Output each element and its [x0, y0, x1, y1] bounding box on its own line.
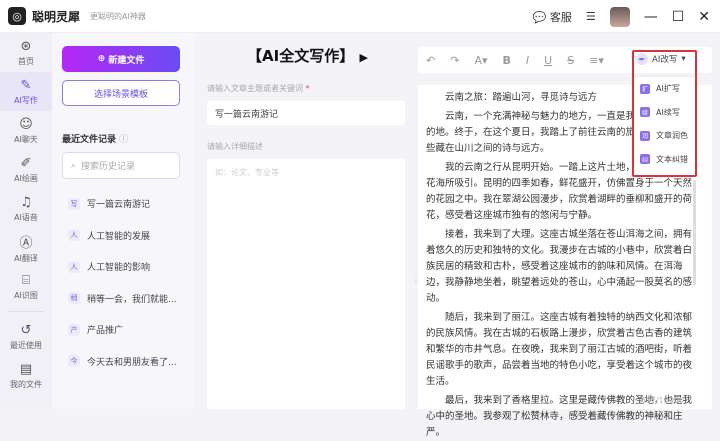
file-badge-icon: 稍 — [68, 292, 80, 305]
nav-label: AI翻译 — [14, 253, 38, 263]
customer-service-button[interactable]: 💬 客服 — [533, 9, 572, 25]
file-icon: ▤ — [19, 361, 33, 377]
new-file-button[interactable]: ⊕ 新建文件 — [62, 46, 180, 72]
file-badge-icon: 今 — [68, 355, 80, 368]
file-sidebar: ⊕ 新建文件 选择场景模板 最近文件记录 ⓘ ⌕ 搜索历史记录 写写一篇云南游记 … — [52, 33, 239, 409]
list-item[interactable]: 产产品推广 — [62, 314, 182, 346]
recent-file-list: 写写一篇云南游记 人人工智能的发展 人人工智能的影响 稍稍等一会，我们就能...… — [62, 188, 182, 377]
avatar[interactable] — [609, 6, 630, 27]
paragraph: 随后，我来到了丽江。这座古城有着独特的纳西文化和浓郁的民族风情。我在古城的石板路… — [426, 312, 693, 387]
nav-divider — [8, 311, 44, 312]
required-mark: * — [305, 84, 310, 93]
maximize-button[interactable]: ☐ — [672, 9, 685, 25]
file-label: 产品推广 — [87, 326, 124, 337]
nav-label: 首页 — [18, 56, 34, 66]
redo-icon[interactable]: ↷ — [450, 54, 459, 67]
search-history-input[interactable]: ⌕ 搜索历史记录 — [62, 152, 180, 179]
recent-files-title: 最近文件记录 ⓘ — [62, 132, 128, 145]
list-item[interactable]: 今今天去和男朋友看了... — [62, 346, 182, 378]
play-icon[interactable]: ▶ — [359, 51, 367, 64]
app-name: 聪明灵犀 — [32, 9, 81, 24]
editor-scrollbar[interactable] — [693, 180, 696, 285]
nav-ai-writing[interactable]: ✎ AI写作 — [0, 72, 52, 111]
brush-icon: ✐ — [20, 155, 32, 171]
nav-home[interactable]: ⊛ 首页 — [0, 33, 52, 72]
close-button[interactable]: ✕ — [698, 9, 710, 25]
help-icon[interactable]: ⓘ — [119, 135, 128, 145]
highlight-box — [632, 50, 697, 177]
nav-ai-voice[interactable]: ♫ AI语音 — [0, 189, 52, 228]
italic-icon[interactable]: I — [526, 54, 529, 67]
undo-icon[interactable]: ↶ — [426, 54, 435, 67]
history-icon: ↺ — [20, 322, 32, 338]
file-label: 人工智能的影响 — [87, 263, 151, 274]
writing-form: 【AI全文写作】 ▶ 请输入文章主题或者关键词 * 写一篇云南游记 请输入详细描… — [195, 33, 410, 409]
chat-icon: ☺ — [19, 116, 33, 132]
app-logo-icon: ◎ — [8, 7, 26, 25]
underline-icon[interactable]: U — [544, 54, 552, 67]
nav-label: AI识图 — [14, 290, 38, 300]
nav-label: AI语音 — [14, 212, 38, 222]
paragraph: 接着，我来到了大理。这座古城坐落在苍山洱海之间，拥有着悠久的历史和独特的文化。我… — [426, 229, 693, 304]
choose-template-button[interactable]: 选择场景模板 — [62, 80, 180, 106]
recent-title-text: 最近文件记录 — [62, 135, 117, 145]
file-label: 今天去和男朋友看了... — [87, 357, 177, 368]
list-item[interactable]: 人人工智能的影响 — [62, 251, 182, 283]
desc-placeholder: 如：论文、专业等 — [215, 168, 279, 177]
description-textarea[interactable]: 如：论文、专业等 — [207, 159, 405, 409]
left-nav: ⊛ 首页 ✎ AI写作 ☺ AI聊天 ✐ AI绘画 ♫ AI语音 Ⓐ AI翻译 ⌸ AI识图 … — [0, 33, 52, 409]
plus-circle-icon: ⊕ — [97, 54, 109, 64]
word-counter: 677/10000 — [640, 396, 684, 405]
file-label: 稍等一会，我们就能... — [87, 294, 177, 305]
topic-label-text: 请输入文章主题或者关键词 — [207, 84, 303, 93]
list-item[interactable]: 稍稍等一会，我们就能... — [62, 283, 182, 315]
scan-icon: ⌸ — [22, 272, 30, 288]
nav-ai-image-recognition[interactable]: ⌸ AI识图 — [0, 267, 52, 306]
home-icon: ⊛ — [20, 38, 32, 54]
nav-recent[interactable]: ↺ 最近使用 — [0, 317, 52, 356]
nav-ai-drawing[interactable]: ✐ AI绘画 — [0, 150, 52, 189]
file-badge-icon: 写 — [68, 197, 80, 210]
file-label: 人工智能的发展 — [87, 231, 151, 242]
search-icon: ⌕ — [71, 160, 77, 171]
list-item[interactable]: 写写一篇云南游记 — [62, 188, 182, 220]
app-slogan: 更聪明的AI神器 — [90, 11, 146, 21]
minimize-button[interactable]: — — [644, 9, 658, 25]
menu-icon[interactable]: ☰ — [586, 10, 596, 23]
nav-label: AI绘画 — [14, 173, 38, 183]
title-text: 【AI全文写作】 — [247, 47, 355, 65]
file-badge-icon: 人 — [68, 260, 80, 273]
topic-input[interactable]: 写一篇云南游记 — [207, 101, 405, 125]
strikethrough-icon[interactable]: S — [567, 54, 574, 67]
chat-icon: 💬 — [532, 10, 547, 24]
headphones-icon: ♫ — [20, 194, 32, 210]
desc-label: 请输入详细描述 — [207, 142, 263, 151]
nav-ai-translate[interactable]: Ⓐ AI翻译 — [0, 228, 52, 267]
nav-label: AI写作 — [14, 95, 38, 105]
bold-icon[interactable]: B — [502, 54, 510, 67]
file-badge-icon: 产 — [68, 323, 80, 336]
nav-ai-chat[interactable]: ☺ AI聊天 — [0, 111, 52, 150]
align-icon[interactable]: ≡▾ — [589, 54, 604, 67]
topic-label: 请输入文章主题或者关键词 * — [207, 83, 310, 94]
service-label: 客服 — [549, 10, 572, 24]
nav-my-files[interactable]: ▤ 我的文件 — [0, 356, 52, 395]
search-placeholder: 搜索历史记录 — [81, 162, 136, 172]
font-color-icon[interactable]: A▾ — [474, 54, 487, 67]
nav-label: 最近使用 — [10, 340, 42, 350]
pen-icon: ✎ — [20, 77, 32, 93]
file-badge-icon: 人 — [68, 229, 80, 242]
title-bar: ◎ 聪明灵犀 更聪明的AI神器 💬 客服 ☰ — ☐ ✕ — [0, 0, 720, 33]
nav-label: 我的文件 — [10, 379, 42, 389]
page-title: 【AI全文写作】 ▶ — [247, 45, 368, 66]
nav-label: AI聊天 — [14, 134, 38, 144]
translate-icon: Ⓐ — [19, 235, 33, 251]
list-item[interactable]: 人人工智能的发展 — [62, 220, 182, 252]
file-label: 写一篇云南游记 — [87, 200, 151, 211]
new-file-label: 新建文件 — [108, 55, 145, 66]
